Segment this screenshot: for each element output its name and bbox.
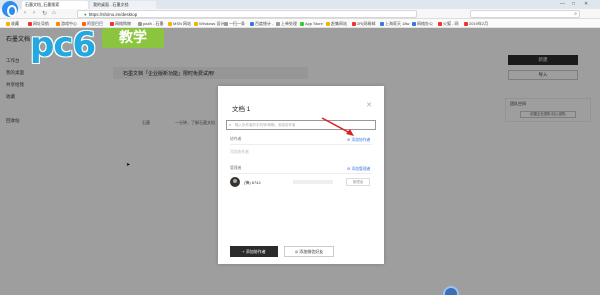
- bookmark-item[interactable]: 百度统计 -: [250, 21, 273, 27]
- refresh-icon[interactable]: ↻: [42, 10, 47, 17]
- url-input[interactable]: ● https://shimo.im/desktop: [77, 10, 417, 18]
- collaborators-modal: 文档 1 ✕ ⌕ 输入协作者的手机号/邮箱，添加协作者 协作者 ⚙ 添加协作者 …: [218, 86, 384, 264]
- collaborators-label: 协作者: [230, 137, 242, 141]
- bookmark-icon: [464, 21, 468, 26]
- divider: [230, 144, 372, 145]
- tab-shimo-search[interactable]: 石墨文档_石墨搜索: [22, 1, 88, 9]
- bookmark-item[interactable]: 上海家天 18w: [380, 21, 409, 27]
- browser-search-input[interactable]: ⌕: [470, 10, 580, 18]
- bookmark-icon: [194, 21, 198, 26]
- bookmark-item[interactable]: 网络办公: [412, 21, 433, 27]
- modal-title: 文档 1: [232, 106, 251, 113]
- avatar: [230, 177, 240, 187]
- annotation-arrow-icon: [321, 117, 354, 136]
- bookmark-icon: [276, 21, 280, 26]
- search-icon: ⌕: [229, 122, 232, 127]
- owner-name: (锋) 6742: [244, 180, 261, 185]
- add-collaborator-button[interactable]: + 添加协作者: [230, 246, 278, 257]
- address-bar: ‹ › ↻ ⌂ ● https://shimo.im/desktop ⌕: [0, 9, 600, 19]
- bookmark-item[interactable]: 上单处理: [276, 21, 297, 27]
- pc6-badge: 教学: [102, 28, 164, 48]
- bookmark-item[interactable]: 一扫一条: [224, 21, 245, 27]
- search-icon[interactable]: ⌕: [574, 11, 577, 17]
- bookmark-item[interactable]: pa4h - 石墨: [138, 21, 163, 27]
- bookmark-icon: [6, 21, 10, 26]
- role-dropdown[interactable]: 管理者: [346, 178, 370, 186]
- redacted-text: [293, 180, 333, 184]
- tab-my-desktop[interactable]: 我的桌面 - 石墨文档: [90, 1, 156, 9]
- bookmark-icon: [326, 21, 330, 26]
- lock-icon: ●: [84, 12, 87, 17]
- bookmark-item[interactable]: 收藏: [6, 21, 19, 27]
- bookmark-item[interactable]: Windows 设计: [194, 21, 224, 27]
- empty-hint: 添加协作者: [230, 150, 249, 154]
- bookmark-icon: [412, 21, 416, 26]
- minimize-icon[interactable]: —: [560, 1, 565, 7]
- forward-icon[interactable]: ›: [33, 10, 35, 16]
- browser-logo-icon[interactable]: [2, 1, 18, 17]
- divider: [230, 173, 372, 174]
- bookmark-icon: [438, 21, 442, 26]
- maximize-icon[interactable]: □: [572, 1, 575, 7]
- bookmark-item[interactable]: 赶集网站: [326, 21, 347, 27]
- bookmark-icon: [250, 21, 254, 26]
- close-window-icon[interactable]: ✕: [584, 1, 588, 7]
- floating-assistant-icon[interactable]: [443, 286, 459, 295]
- bookmark-icon: [352, 21, 356, 26]
- close-icon[interactable]: ✕: [366, 101, 372, 109]
- bookmark-item[interactable]: 火狐 - 网: [438, 21, 459, 27]
- back-icon[interactable]: ‹: [24, 10, 26, 16]
- bookmark-item[interactable]: 2R(网易邮: [352, 21, 375, 27]
- home-icon[interactable]: ⌂: [52, 10, 56, 16]
- bookmark-icon: [138, 21, 142, 26]
- bookmark-item[interactable]: App Store: [300, 21, 323, 26]
- add-wechat-friend-button[interactable]: ◎ 添加微信好友: [284, 246, 334, 257]
- bookmark-item[interactable]: 网络购物: [110, 21, 131, 27]
- bookmark-item[interactable]: 2019年2月: [464, 21, 488, 27]
- bookmark-icon: [110, 21, 114, 26]
- bookmark-icon: [300, 21, 304, 26]
- bookmark-icon: [224, 21, 228, 26]
- pc6-logo: pc6: [30, 25, 96, 65]
- tab-bar: 石墨文档_石墨搜索 我的桌面 - 石墨文档 — □ ✕: [0, 0, 600, 9]
- managers-label: 管理者: [230, 166, 242, 170]
- bookmark-icon: [168, 21, 172, 26]
- add-manager-link[interactable]: ⚙ 添加管理者: [347, 166, 370, 172]
- bookmark-icon: [380, 21, 384, 26]
- bookmark-item[interactable]: MSN 网站: [168, 21, 191, 27]
- mouse-cursor-icon: ➤: [126, 162, 131, 168]
